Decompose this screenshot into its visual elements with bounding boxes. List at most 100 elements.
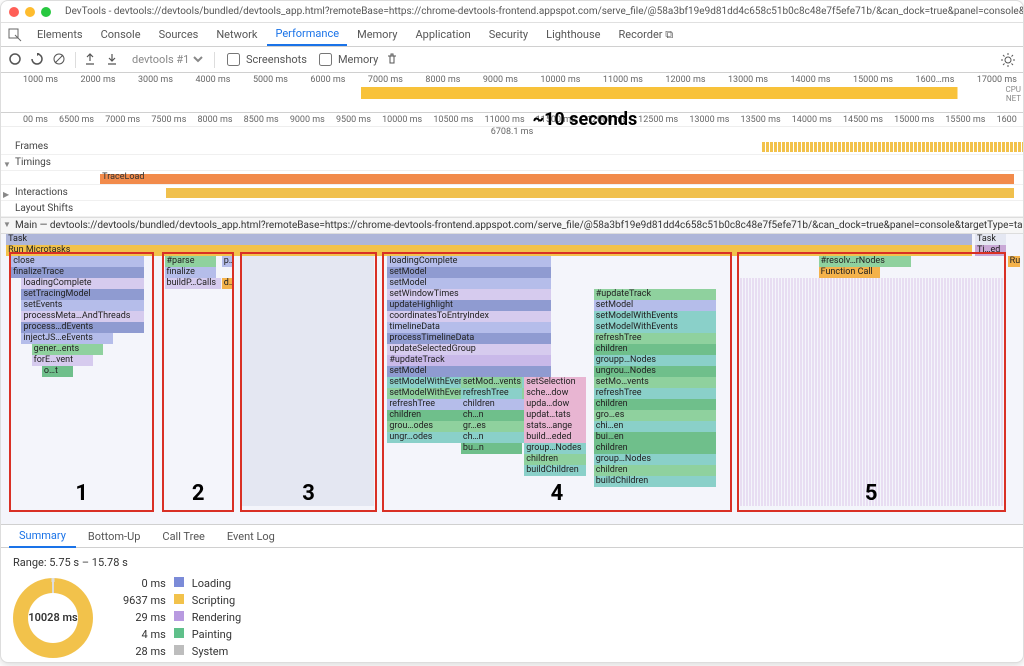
inspect-icon[interactable]: [7, 27, 23, 43]
flame-entry[interactable]: updateSelectedGroup: [387, 344, 551, 355]
download-icon[interactable]: [106, 53, 120, 67]
trash-icon[interactable]: [386, 53, 400, 67]
flame-entry[interactable]: children: [594, 465, 717, 476]
flame-entry[interactable]: loadingComplete: [387, 256, 551, 267]
time-ruler[interactable]: 00 ms6500 ms7000 ms7500 ms8000 ms8500 ms…: [1, 113, 1023, 127]
flame-entry[interactable]: upda…dow: [524, 399, 585, 410]
tab-elements[interactable]: Elements: [29, 24, 91, 45]
flame-entry[interactable]: buildChildren: [594, 476, 717, 487]
clear-icon[interactable]: [53, 53, 67, 67]
flame-entry[interactable]: setModelWithEvents: [594, 311, 717, 322]
flame-entry[interactable]: setTracingModel: [21, 289, 144, 300]
flame-entry[interactable]: children: [594, 344, 717, 355]
tab-security[interactable]: Security: [481, 24, 536, 45]
flame-entry[interactable]: ungrou…Nodes: [594, 366, 717, 377]
flame-entry[interactable]: children: [524, 454, 585, 465]
flame-entry[interactable]: #updateTrack: [594, 289, 717, 300]
record-icon[interactable]: [9, 53, 23, 67]
flame-entry[interactable]: process…dEvents: [21, 322, 144, 333]
flame-entry[interactable]: chi…en: [594, 421, 717, 432]
profile-selector[interactable]: devtools #1: [128, 52, 206, 67]
tab-event-log[interactable]: Event Log: [217, 526, 285, 547]
tab-sources[interactable]: Sources: [151, 24, 207, 45]
flame-entry[interactable]: processTimelineData: [387, 333, 551, 344]
flame-entry[interactable]: gro…es: [594, 410, 717, 421]
tab-network[interactable]: Network: [208, 24, 265, 45]
flame-entry[interactable]: refreshTree: [461, 388, 522, 399]
flame-entry[interactable]: p…: [222, 256, 232, 267]
flame-entry[interactable]: build…eded: [524, 432, 585, 443]
layout-shifts-track[interactable]: Layout Shifts: [1, 201, 1023, 217]
tab-performance[interactable]: Performance: [267, 23, 347, 46]
flame-entry[interactable]: timelineData: [387, 322, 551, 333]
flame-entry[interactable]: group…Nodes: [524, 443, 585, 454]
flame-entry[interactable]: bui…en: [594, 432, 717, 443]
flame-entry[interactable]: setMod…vents: [461, 377, 522, 388]
tab-lighthouse[interactable]: Lighthouse: [538, 24, 608, 45]
flame-entry[interactable]: setMo…vents: [594, 377, 717, 388]
upload-icon[interactable]: [84, 53, 98, 67]
flame-entry[interactable]: loadingComplete: [21, 278, 144, 289]
flame-entry[interactable]: ch…n: [461, 432, 522, 443]
interactions-track[interactable]: ▶Interactions: [1, 185, 1023, 201]
flame-microtasks[interactable]: Run Microtasks: [6, 245, 972, 256]
tab-bottom-up[interactable]: Bottom-Up: [78, 526, 151, 547]
flame-entry[interactable]: o…t: [42, 366, 73, 377]
flame-ti-ed[interactable]: Ti…ed: [975, 245, 1006, 256]
flame-entry[interactable]: #updateTrack: [387, 355, 551, 366]
flame-entry[interactable]: sche…dow: [524, 388, 585, 399]
flame-entry[interactable]: group…Nodes: [594, 454, 717, 465]
timings-track[interactable]: ▼Timings: [1, 155, 1023, 171]
flame-entry[interactable]: processMeta…AndThreads: [21, 311, 144, 322]
flame-entry[interactable]: children: [594, 443, 717, 454]
flame-entry[interactable]: finalize: [165, 267, 216, 278]
screenshots-checkbox[interactable]: Screenshots: [223, 50, 307, 69]
flame-entry[interactable]: setModel: [594, 300, 717, 311]
flame-entry[interactable]: gr…es: [461, 421, 522, 432]
flame-entry[interactable]: groupp…Nodes: [594, 355, 717, 366]
flame-entry[interactable]: refreshTree: [594, 388, 717, 399]
flame-entry[interactable]: children: [461, 399, 522, 410]
flame-entry[interactable]: d…: [222, 278, 232, 289]
flame-entry[interactable]: bu…n: [461, 443, 522, 454]
flame-entry[interactable]: Function Call: [819, 267, 880, 278]
flame-ru-ks[interactable]: Ru…ks: [1008, 256, 1020, 267]
gear-icon[interactable]: [1001, 53, 1015, 67]
flame-entry[interactable]: setWindowTimes: [387, 289, 551, 300]
minimize-window-icon[interactable]: [25, 7, 35, 17]
flame-entry[interactable]: refreshTree: [594, 333, 717, 344]
tab-console[interactable]: Console: [93, 24, 149, 45]
flame-entry[interactable]: close: [11, 256, 144, 267]
flame-entry[interactable]: updat…tats: [524, 410, 585, 421]
flame-entry[interactable]: setModel: [387, 267, 551, 278]
flame-entry[interactable]: injectJS…eEvents: [21, 333, 113, 344]
tab-application[interactable]: Application: [407, 24, 478, 45]
flame-entry[interactable]: buildP…Calls: [165, 278, 221, 289]
flame-entry[interactable]: setSelection: [524, 377, 585, 388]
flame-entry[interactable]: coordinatesToEntryIndex: [387, 311, 551, 322]
tab-memory[interactable]: Memory: [349, 24, 405, 45]
memory-checkbox[interactable]: Memory: [315, 50, 378, 69]
tab-recorder[interactable]: Recorder ⧉: [610, 24, 681, 46]
flame-task[interactable]: Task: [6, 234, 972, 245]
flame-chart[interactable]: Task Task Run Microtasks Ti…ed Ru…ks clo…: [1, 234, 1023, 524]
flame-entry[interactable]: setModel: [387, 366, 551, 377]
flame-entry[interactable]: #parse: [165, 256, 216, 267]
timing-traceload[interactable]: TraceLoad: [1, 171, 1023, 185]
frames-track[interactable]: Frames: [1, 139, 1023, 155]
reload-icon[interactable]: [31, 53, 45, 67]
flame-entry[interactable]: #resolv…rNodes: [819, 256, 911, 267]
flame-entry[interactable]: buildChildren: [524, 465, 585, 476]
tab-summary[interactable]: Summary: [9, 525, 76, 548]
flame-entry[interactable]: updateHighlight: [387, 300, 551, 311]
flame-entry[interactable]: forE…vent: [32, 355, 93, 366]
overview-strip[interactable]: 1000 ms2000 ms3000 ms4000 ms5000 ms6000 …: [1, 73, 1023, 113]
flame-entry[interactable]: stats…ange: [524, 421, 585, 432]
close-window-icon[interactable]: [9, 7, 19, 17]
flame-entry[interactable]: setModelWithEvents: [594, 322, 717, 333]
flame-entry[interactable]: ch…n: [461, 410, 522, 421]
tab-call-tree[interactable]: Call Tree: [152, 526, 214, 547]
flame-entry[interactable]: setEvents: [21, 300, 144, 311]
main-thread-header[interactable]: ▼Main — devtools://devtools/bundled/devt…: [1, 217, 1023, 234]
flame-entry[interactable]: gener…ents: [32, 344, 104, 355]
